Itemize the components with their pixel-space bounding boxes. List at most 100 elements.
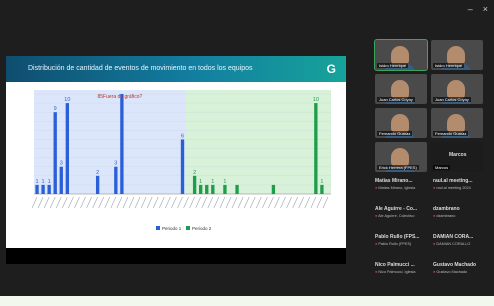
window-controls: – ×	[468, 4, 488, 14]
bar-1-0	[35, 184, 39, 194]
participant-subtitle: Gustavo Machado	[436, 270, 468, 274]
name-only-tile[interactable]: dzambrano	[433, 206, 460, 212]
legend-label-1: Periodo 1	[162, 226, 182, 231]
category-tick-25	[183, 196, 189, 209]
category-tick-14	[116, 196, 123, 209]
category-tick-35	[243, 196, 250, 209]
participant-video-tile[interactable]: Erick Herrera (FPES)	[375, 142, 427, 172]
category-tick-31	[219, 196, 226, 209]
category-tick-1	[37, 196, 44, 209]
category-tick-12	[104, 196, 111, 209]
category-tick-28	[201, 196, 208, 209]
category-tick-5	[62, 196, 68, 209]
name-only-tile[interactable]: Ale Aguirre - Co...	[375, 206, 417, 212]
bar-2-26	[192, 175, 197, 194]
category-tick-37	[256, 196, 262, 209]
category-tick-11	[98, 196, 104, 209]
category-tick-17	[134, 196, 141, 209]
shared-screen: Distribución de cantidad de eventos de m…	[6, 56, 346, 264]
participant-subtitle: DAMIAN CORALLO	[436, 242, 471, 246]
category-tick-29	[207, 196, 214, 209]
category-tick-32	[225, 196, 232, 209]
participant-subtitle: Pablo Rullo (FPES)	[378, 242, 412, 246]
bar-2-31	[223, 184, 227, 194]
category-tick-24	[177, 196, 183, 209]
participant-video-tile[interactable]: Fernando Guaraz	[431, 108, 483, 138]
participant-caption: Isidro Henrique	[433, 63, 465, 68]
category-tick-2	[43, 196, 50, 209]
bar-chart: 1 1 1931023621 1 110185Fuera de gráfico?Peri…	[31, 90, 331, 231]
slide-header: Distribución de cantidad de eventos de m…	[6, 56, 346, 82]
bar-1-10	[95, 175, 100, 194]
minimize-button[interactable]: –	[468, 4, 473, 14]
bar-1-24	[180, 139, 185, 194]
participant-name: Marcos	[449, 152, 467, 158]
category-tick-27	[195, 196, 201, 209]
participant-video-tile[interactable]: Juan Carlos Coyoy	[431, 74, 483, 104]
participant-video-tile[interactable]: Juan Carlos Coyoy	[375, 74, 427, 104]
data-label: 10	[313, 97, 319, 103]
category-tick-13	[110, 196, 117, 209]
category-tick-7	[74, 196, 80, 209]
category-tick-4	[56, 196, 62, 209]
bar-2-46	[314, 103, 318, 194]
participant-video-tile[interactable]: Isidro Henrique	[431, 40, 483, 70]
category-tick-18	[140, 196, 147, 209]
participant-caption: Marcos	[433, 165, 451, 170]
category-tick-23	[171, 196, 177, 209]
participant-subtitle: raul.al meeting 2024	[436, 186, 471, 190]
data-label: 1	[223, 179, 226, 185]
category-tick-6	[68, 196, 74, 209]
name-only-tile[interactable]: Pablo Rullo (FPS...	[375, 234, 419, 240]
bar-1-14	[120, 94, 124, 194]
bar-2-29	[211, 184, 215, 194]
participant-subtitle: dzambrano	[436, 214, 456, 218]
participant-video-tile[interactable]: Fernando Guaraz	[375, 108, 427, 138]
bar-2-39	[271, 184, 276, 194]
name-only-tile[interactable]: Nico Palmucci ...	[375, 262, 415, 268]
data-label: 6	[181, 133, 184, 139]
muted-label: ● Pablo Rullo (FPES)	[375, 242, 411, 246]
muted-label: ● Nico Palmucci, Iglesia	[375, 270, 416, 274]
category-tick-42	[286, 196, 292, 209]
bar-1-5	[65, 103, 70, 194]
chart-annotation: 85Fuera de gráfico?	[98, 94, 143, 100]
taskbar-strip	[0, 296, 494, 306]
participant-video-tile[interactable]: Marcos Marcos	[431, 142, 483, 172]
category-tick-20	[152, 196, 159, 209]
name-only-tile[interactable]: raul.al meeting...	[433, 178, 472, 184]
category-tick-33	[231, 196, 238, 209]
category-tick-30	[213, 196, 220, 209]
bar-2-47	[320, 184, 324, 194]
category-tick-36	[249, 196, 256, 209]
brand-logo-icon: G	[326, 62, 336, 76]
bar-1-2	[47, 184, 51, 194]
slide-title: Distribución de cantidad de eventos de m…	[28, 65, 253, 72]
muted-label: ● Ale Aguirre, Colectivo	[375, 214, 414, 218]
name-only-tile[interactable]: Gustavo Machado	[433, 262, 476, 268]
data-label: 1	[211, 179, 214, 185]
bar-1-1	[41, 184, 45, 194]
participant-caption: Erick Herrera (FPES)	[377, 165, 419, 170]
period-2-background	[185, 90, 331, 194]
category-tick-47	[316, 196, 323, 209]
category-tick-43	[292, 196, 298, 209]
category-tick-0	[31, 196, 38, 209]
category-tick-10	[92, 196, 98, 209]
name-only-tile[interactable]: DAMIAN CORA...	[433, 234, 473, 240]
bar-1-13	[114, 166, 118, 194]
participant-caption: Fernando Guaraz	[377, 131, 413, 136]
category-tick-19	[146, 196, 153, 209]
data-label: 1	[199, 179, 202, 185]
legend-swatch-2	[186, 226, 190, 230]
category-tick-46	[310, 196, 317, 209]
participant-video-tile[interactable]: Isidro Henrique	[374, 39, 428, 71]
legend-label-2: Periodo 2	[192, 226, 212, 231]
category-tick-39	[268, 196, 274, 209]
bar-2-33	[235, 184, 239, 194]
name-only-tile[interactable]: Matias Mirano...	[375, 178, 413, 184]
data-label: 2	[96, 170, 99, 176]
muted-label: ● dzambrano	[433, 214, 455, 218]
presentation-slide: Distribución de cantidad de eventos de m…	[6, 56, 346, 248]
close-button[interactable]: ×	[483, 4, 488, 14]
